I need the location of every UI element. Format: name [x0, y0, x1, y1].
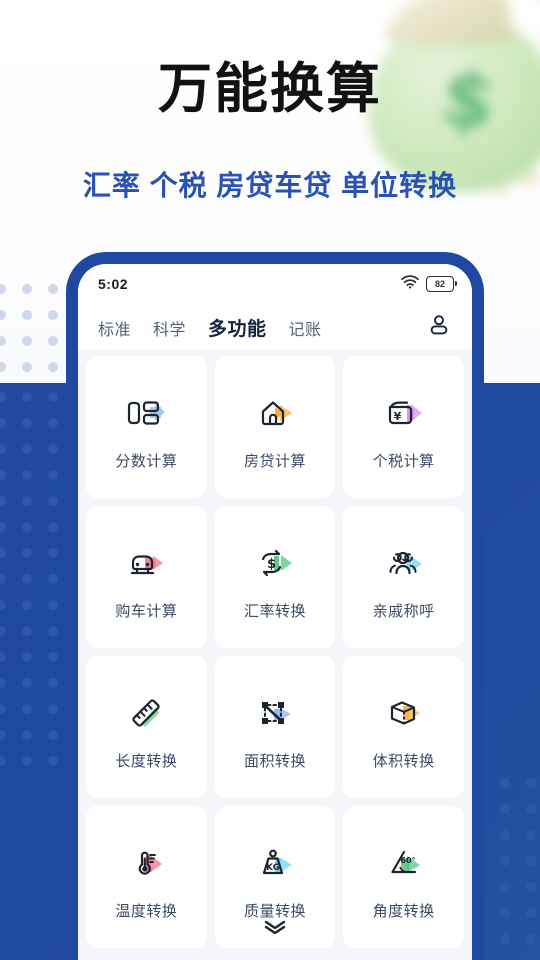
- tile-mass-conversion[interactable]: KG 质量转换: [214, 806, 336, 948]
- house-icon: [252, 390, 298, 436]
- tab-multifunction[interactable]: 多功能: [208, 314, 267, 341]
- tile-relatives-title[interactable]: 亲戚称呼: [343, 506, 464, 648]
- tile-label: 角度转换: [372, 903, 435, 920]
- tile-temperature-conversion[interactable]: 温度转换: [86, 806, 207, 948]
- status-time: 5:02: [98, 276, 129, 292]
- svg-text:¥: ¥: [393, 410, 401, 423]
- tile-label: 温度转换: [115, 903, 178, 920]
- wallet-yuan-icon: ¥: [381, 390, 427, 436]
- tile-volume-conversion[interactable]: 体积转换: [343, 656, 464, 798]
- thermometer-icon: [123, 840, 169, 886]
- tile-label: 长度转换: [115, 753, 178, 770]
- angle-degree-icon: 60°: [381, 840, 427, 886]
- dot-pattern-left-top: [0, 276, 70, 384]
- tile-label: 亲戚称呼: [372, 603, 435, 620]
- tile-currency-exchange[interactable]: $ 汇率转换: [214, 506, 336, 648]
- svg-text:60°: 60°: [400, 856, 415, 865]
- cube-icon: [381, 690, 427, 736]
- tile-label: 质量转换: [243, 903, 306, 920]
- tile-mortgage-calc[interactable]: 房贷计算: [214, 356, 336, 498]
- tile-label: 房贷计算: [243, 453, 306, 470]
- phone-mockup: 5:02 82 标准 科学 多功能 记账 分数计算 房贷计算 ¥ 个税计算 购车…: [66, 252, 484, 960]
- promo-screenshot: $ 万能换算 汇率 个税 房贷车贷 单位转换 5:02 82 标准 科学 多功能…: [0, 0, 540, 960]
- tile-angle-conversion[interactable]: 60° 角度转换: [343, 806, 464, 948]
- chevron-double-down-icon[interactable]: [262, 920, 288, 934]
- tile-length-conversion[interactable]: 长度转换: [86, 656, 207, 798]
- tile-area-conversion[interactable]: 面积转换: [214, 656, 336, 798]
- car-icon: [123, 540, 169, 586]
- svg-text:KG: KG: [266, 863, 280, 873]
- tile-income-tax-calc[interactable]: ¥ 个税计算: [343, 356, 464, 498]
- tab-bar: 标准 科学 多功能 记账: [78, 304, 472, 350]
- tab-scientific[interactable]: 科学: [153, 316, 186, 340]
- svg-text:$: $: [267, 557, 276, 572]
- dot-pattern-left-bottom: [0, 384, 70, 774]
- battery-level: 82: [434, 278, 445, 289]
- function-grid: 分数计算 房贷计算 ¥ 个税计算 购车计算 $ 汇率转换 亲戚称呼 长度转换 面…: [78, 350, 472, 948]
- tile-label: 分数计算: [115, 453, 178, 470]
- ruler-icon: [123, 690, 169, 736]
- family-icon: [381, 540, 427, 586]
- tile-fraction-calc[interactable]: 分数计算: [86, 356, 207, 498]
- tile-label: 汇率转换: [243, 603, 306, 620]
- wifi-icon: [401, 274, 419, 294]
- account-button[interactable]: [424, 312, 454, 342]
- tile-label: 面积转换: [243, 753, 306, 770]
- area-select-icon: [252, 690, 298, 736]
- tile-label: 体积转换: [372, 753, 435, 770]
- status-bar: 5:02 82: [78, 264, 472, 304]
- tab-standard[interactable]: 标准: [98, 316, 131, 340]
- fraction-icon: [123, 390, 169, 436]
- page-title: 万能换算: [158, 59, 382, 119]
- user-icon: [427, 313, 451, 342]
- page-subtitle: 汇率 个税 房贷车贷 单位转换: [82, 170, 458, 201]
- tab-bookkeeping[interactable]: 记账: [289, 316, 322, 340]
- tile-car-purchase-calc[interactable]: 购车计算: [86, 506, 207, 648]
- tile-label: 个税计算: [372, 453, 435, 470]
- battery-icon: 82: [426, 276, 457, 292]
- dollar-exchange-icon: $: [252, 540, 298, 586]
- weight-kg-icon: KG: [252, 840, 298, 886]
- phone-screen: 5:02 82 标准 科学 多功能 记账 分数计算 房贷计算 ¥ 个税计算 购车…: [78, 264, 472, 960]
- tile-label: 购车计算: [115, 603, 178, 620]
